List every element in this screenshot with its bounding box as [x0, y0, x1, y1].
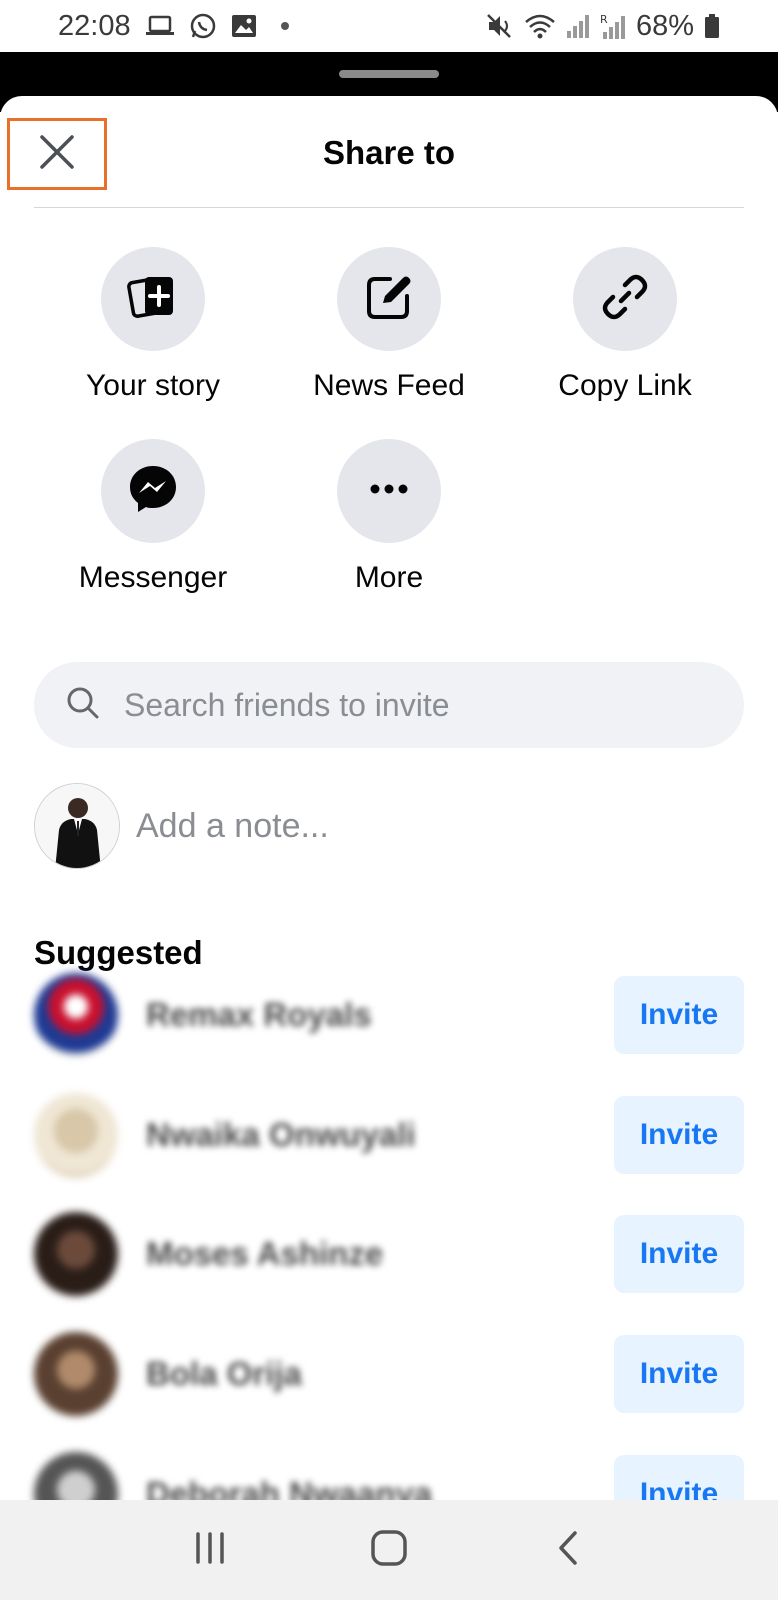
- option-circle: [337, 439, 441, 543]
- battery-icon: [704, 13, 720, 39]
- home-icon: [370, 1529, 408, 1572]
- laptop-icon: [145, 14, 175, 38]
- friend-name: Deborah Nwaanya: [146, 1475, 433, 1500]
- note-placeholder: Add a note...: [136, 806, 329, 845]
- option-label: Messenger: [78, 561, 228, 594]
- status-time: 22:08: [58, 9, 131, 42]
- home-button[interactable]: [349, 1510, 429, 1590]
- wifi-icon: [524, 13, 556, 39]
- edit-icon: [363, 271, 415, 328]
- sheet-title: Share to: [322, 134, 456, 171]
- sheet-header: Share to: [0, 96, 778, 208]
- option-more[interactable]: More: [271, 439, 507, 595]
- avatar: [34, 1093, 118, 1177]
- header-divider: [34, 207, 744, 208]
- gallery-icon: [231, 14, 257, 38]
- search-placeholder: Search friends to invite: [124, 686, 450, 723]
- signal-icon: [566, 13, 590, 39]
- option-circle: [101, 247, 205, 351]
- invite-button[interactable]: Invite: [614, 1335, 744, 1413]
- avatar: [34, 1332, 118, 1416]
- list-item: Deborah Nwaanya Invite: [34, 1449, 744, 1500]
- back-icon: [556, 1530, 580, 1571]
- recent-apps-button[interactable]: [170, 1510, 250, 1590]
- note-input[interactable]: Add a note...: [34, 782, 744, 870]
- avatar: [34, 783, 120, 869]
- friend-name: Remax Royals: [146, 996, 372, 1033]
- mute-icon: [486, 13, 514, 39]
- option-label: More: [354, 561, 424, 594]
- invite-button[interactable]: Invite: [614, 1215, 744, 1293]
- friend-name: Moses Ashinze: [146, 1235, 384, 1272]
- invite-button[interactable]: Invite: [614, 1096, 744, 1174]
- list-item: Moses Ashinze Invite: [34, 1209, 744, 1299]
- list-item: Remax Royals Invite: [34, 970, 744, 1060]
- avatar: [34, 1212, 118, 1296]
- avatar: [34, 1452, 118, 1500]
- option-label: News Feed: [313, 369, 465, 402]
- friend-name: Nwaika Onwuyali: [146, 1116, 416, 1153]
- invite-button[interactable]: Invite: [614, 976, 744, 1054]
- option-messenger[interactable]: Messenger: [35, 439, 271, 595]
- friend-name: Bola Orija: [146, 1355, 302, 1392]
- signal-roaming-icon: R: [600, 12, 626, 40]
- list-item: Bola Orija Invite: [34, 1329, 744, 1419]
- suggested-heading: Suggested: [34, 934, 203, 971]
- more-icon: [369, 482, 409, 500]
- option-copy-link[interactable]: Copy Link: [507, 247, 743, 403]
- share-sheet: Share to Your story News Feed Copy Link …: [0, 96, 778, 1500]
- story-add-icon: [127, 273, 179, 326]
- system-nav-bar: [0, 1500, 778, 1600]
- link-icon: [599, 271, 651, 328]
- option-label: Your story: [86, 369, 220, 402]
- option-label: Copy Link: [558, 369, 692, 402]
- option-news-feed[interactable]: News Feed: [271, 247, 507, 403]
- battery-level: 68%: [635, 9, 694, 42]
- option-your-story[interactable]: Your story: [35, 247, 271, 403]
- svg-text:R: R: [600, 13, 608, 26]
- list-item: Nwaika Onwuyali Invite: [34, 1090, 744, 1180]
- status-bar: 22:08 R 68%: [0, 0, 778, 52]
- messenger-icon: [126, 462, 180, 521]
- search-input[interactable]: Search friends to invite: [34, 662, 744, 748]
- recents-icon: [192, 1531, 228, 1570]
- back-button[interactable]: [528, 1510, 608, 1590]
- sheet-drag-handle[interactable]: [339, 70, 439, 78]
- notification-dot: [280, 22, 289, 30]
- option-circle: [101, 439, 205, 543]
- avatar: [34, 973, 118, 1057]
- option-circle: [337, 247, 441, 351]
- whatsapp-icon: [189, 12, 217, 40]
- option-circle: [573, 247, 677, 351]
- invite-button[interactable]: Invite: [614, 1455, 744, 1500]
- search-icon: [66, 686, 100, 725]
